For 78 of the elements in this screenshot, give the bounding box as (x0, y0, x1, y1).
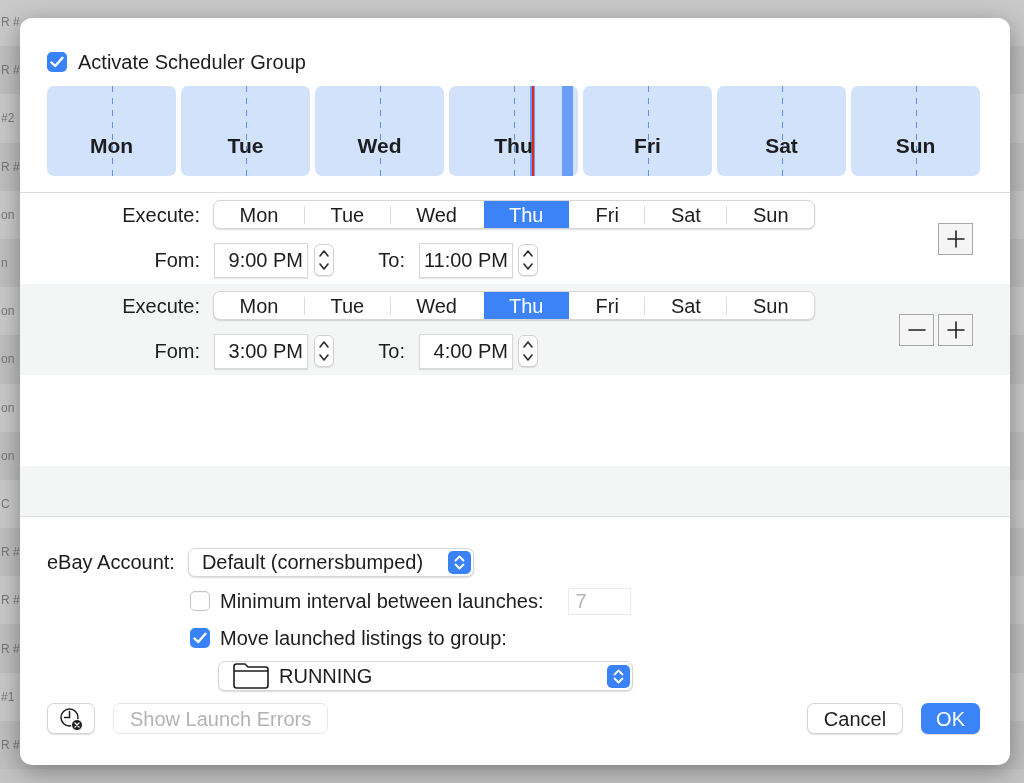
account-popup[interactable]: Default (cornersbumped) (187, 547, 474, 577)
checkmark-icon (193, 632, 207, 644)
time-field[interactable]: 11:00 PM (419, 242, 513, 278)
field-label: To: (378, 341, 405, 361)
field-label: Fom: (154, 341, 200, 361)
plus-icon (946, 320, 965, 339)
checkbox[interactable] (47, 52, 67, 72)
day-label: Sun (895, 135, 936, 156)
checkbox-label: Minimum interval between launches: (220, 591, 544, 611)
day-segment[interactable]: Sun (727, 201, 814, 228)
plus-icon (946, 229, 965, 248)
group-popup[interactable]: RUNNING (218, 661, 633, 691)
day-segment[interactable]: Tue (304, 201, 390, 228)
dialog-button[interactable]: OK (921, 703, 980, 734)
stepper-arrows-icon (319, 340, 329, 362)
folder-icon (233, 663, 269, 689)
row-text: R # (1, 546, 20, 559)
time-field[interactable]: 3:00 PM (214, 333, 308, 369)
day-segment[interactable]: Sat (645, 292, 727, 319)
row-text: R # (1, 738, 20, 751)
row-text: #1 (1, 690, 15, 703)
day-segment[interactable]: Wed (390, 292, 483, 319)
day-segment[interactable]: Fri (570, 292, 645, 319)
clock-x-icon (59, 706, 83, 731)
day-segment[interactable]: Fri (570, 201, 645, 228)
field-label: eBay Account: (47, 552, 175, 572)
checkmark-icon (50, 56, 64, 68)
day-segment[interactable]: Wed (390, 201, 483, 228)
day-segment[interactable]: Sat (645, 201, 727, 228)
day-segment[interactable]: Thu (483, 292, 569, 319)
day-segment[interactable]: Tue (304, 292, 390, 319)
row-text: R # (1, 160, 20, 173)
row-text: on (1, 449, 15, 462)
row-text: #2 (1, 112, 15, 125)
time-field[interactable]: 9:00 PM (214, 242, 308, 278)
time-field[interactable]: 4:00 PM (419, 333, 513, 369)
field-label: Execute: (122, 204, 200, 225)
row-text: n (1, 257, 8, 270)
add-button[interactable] (938, 313, 973, 346)
stepper[interactable] (314, 244, 334, 276)
minus-icon (907, 328, 926, 331)
add-button[interactable] (938, 222, 973, 255)
day-segment[interactable]: Mon (214, 292, 304, 319)
popup-arrows-icon (607, 664, 630, 688)
stepper[interactable] (518, 244, 538, 276)
checkbox-label: Activate Scheduler Group (78, 52, 306, 72)
stepper[interactable] (518, 335, 538, 367)
checkbox[interactable] (190, 628, 210, 648)
clock-button[interactable] (47, 703, 95, 734)
field-label: Fom: (154, 250, 200, 270)
dialog-button[interactable]: Cancel (806, 703, 904, 734)
day-label: Mon (89, 135, 134, 156)
stepper[interactable] (314, 335, 334, 367)
field-label: Execute: (122, 295, 200, 316)
row-text: on (1, 401, 15, 414)
row-text: C (1, 497, 10, 510)
row-text: R # (1, 16, 20, 29)
stepper-arrows-icon (523, 340, 533, 362)
row-text: on (1, 208, 15, 221)
remove-button[interactable] (899, 313, 934, 346)
day-label: Fri (634, 135, 661, 156)
row-text: on (1, 305, 15, 318)
stepper-arrows-icon (319, 249, 329, 271)
row-text: R # (1, 64, 20, 77)
day-label: Thu (494, 135, 533, 156)
checkbox-label: Move launched listings to group: (220, 628, 507, 648)
stepper-arrows-icon (523, 249, 533, 271)
row-text: R # (1, 594, 20, 607)
day-label: Wed (357, 135, 402, 156)
row-text: R # (1, 642, 20, 655)
field-label: To: (378, 250, 405, 270)
day-segment[interactable]: Thu (483, 201, 569, 228)
day-segment[interactable]: Mon (214, 201, 304, 228)
popup-arrows-icon (447, 550, 471, 574)
day-segment[interactable]: Sun (727, 292, 814, 319)
day-label: Sat (765, 135, 798, 156)
day-label: Tue (227, 135, 264, 156)
row-text: on (1, 353, 15, 366)
